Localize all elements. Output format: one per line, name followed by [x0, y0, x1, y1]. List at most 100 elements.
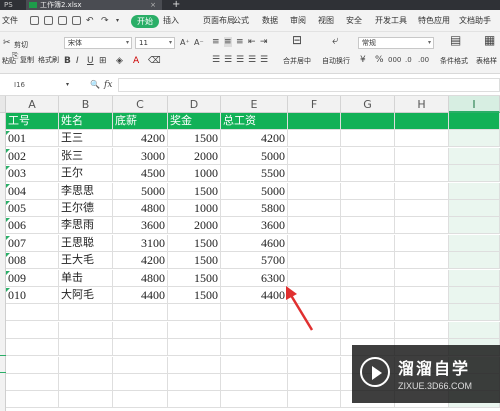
data-cell[interactable]: 5000: [221, 147, 288, 165]
empty-cell[interactable]: [6, 339, 59, 357]
data-cell[interactable]: 002: [6, 147, 59, 165]
empty-cell[interactable]: [395, 269, 449, 287]
font-name-select[interactable]: 宋体 ▾: [64, 37, 132, 49]
empty-cell[interactable]: [395, 147, 449, 165]
empty-cell[interactable]: [168, 374, 221, 391]
empty-cell[interactable]: [341, 182, 395, 200]
empty-cell[interactable]: [341, 304, 395, 322]
empty-cell[interactable]: [6, 304, 59, 322]
indent-decrease-icon[interactable]: ⇤: [248, 37, 256, 47]
data-cell[interactable]: 006: [6, 217, 59, 235]
empty-cell[interactable]: [341, 113, 395, 130]
column-header[interactable]: E: [221, 96, 288, 113]
empty-cell[interactable]: [395, 217, 449, 235]
align-center-icon[interactable]: ☰: [224, 55, 232, 65]
data-cell[interactable]: 4800: [113, 200, 168, 217]
empty-cell[interactable]: [221, 321, 288, 339]
data-cell[interactable]: 4600: [221, 234, 288, 252]
data-cell[interactable]: 王三: [59, 130, 113, 148]
data-cell[interactable]: 2000: [168, 217, 221, 235]
copy-icon[interactable]: ⎘: [12, 51, 18, 61]
data-cell[interactable]: 李思雨: [59, 217, 113, 235]
empty-cell[interactable]: [113, 304, 168, 322]
new-tab-button[interactable]: +: [172, 0, 180, 10]
header-cell[interactable]: 工号: [6, 113, 59, 130]
empty-cell[interactable]: [341, 130, 395, 148]
empty-cell[interactable]: [221, 339, 288, 357]
empty-cell[interactable]: [168, 339, 221, 357]
data-cell[interactable]: 6300: [221, 269, 288, 287]
data-cell[interactable]: 4200: [221, 130, 288, 148]
conditional-format-button[interactable]: 条件格式: [440, 56, 468, 66]
percent-icon[interactable]: %: [375, 55, 384, 65]
empty-cell[interactable]: [395, 252, 449, 270]
data-cell[interactable]: 004: [6, 182, 59, 200]
menu-tab[interactable]: 页面布局: [203, 10, 235, 32]
undo-icon[interactable]: ↶: [86, 16, 94, 26]
table-style-button[interactable]: 表格样: [476, 56, 497, 66]
italic-icon[interactable]: I: [76, 56, 79, 66]
empty-cell[interactable]: [59, 321, 113, 339]
redo-icon[interactable]: ↷: [101, 16, 109, 26]
merge-icon[interactable]: ⊟: [292, 34, 302, 46]
wrap-text-icon[interactable]: ⤶: [332, 34, 339, 46]
print-icon[interactable]: [58, 16, 67, 25]
column-header[interactable]: G: [341, 96, 395, 113]
empty-cell[interactable]: [288, 252, 341, 270]
empty-cell[interactable]: [341, 200, 395, 217]
data-cell[interactable]: 5000: [221, 182, 288, 200]
empty-cell[interactable]: [449, 321, 500, 339]
data-cell[interactable]: 1500: [168, 182, 221, 200]
empty-cell[interactable]: [6, 391, 59, 409]
column-header[interactable]: D: [168, 96, 221, 113]
data-cell[interactable]: 4800: [113, 269, 168, 287]
zoom-icon[interactable]: 🔍: [90, 80, 100, 90]
scissors-icon[interactable]: ✂: [3, 38, 11, 48]
empty-cell[interactable]: [113, 321, 168, 339]
data-cell[interactable]: 5700: [221, 252, 288, 270]
data-cell[interactable]: 1500: [168, 287, 221, 304]
header-cell[interactable]: 总工资: [221, 113, 288, 130]
empty-cell[interactable]: [288, 182, 341, 200]
data-cell[interactable]: 009: [6, 269, 59, 287]
formula-input[interactable]: [118, 78, 500, 92]
empty-cell[interactable]: [288, 200, 341, 217]
menu-tab[interactable]: 特色应用: [418, 10, 450, 32]
thousands-icon[interactable]: 000: [388, 55, 401, 65]
data-cell[interactable]: 2000: [168, 147, 221, 165]
fx-icon[interactable]: fx: [104, 80, 112, 90]
empty-cell[interactable]: [168, 391, 221, 409]
empty-cell[interactable]: [395, 321, 449, 339]
data-cell[interactable]: 5000: [113, 182, 168, 200]
empty-cell[interactable]: [395, 287, 449, 304]
empty-cell[interactable]: [168, 304, 221, 322]
empty-cell[interactable]: [449, 130, 500, 148]
export-icon[interactable]: [44, 16, 53, 25]
column-header[interactable]: I: [449, 96, 500, 113]
fill-color-icon[interactable]: ◈: [116, 56, 123, 66]
empty-cell[interactable]: [449, 113, 500, 130]
empty-cell[interactable]: [449, 304, 500, 322]
data-cell[interactable]: 4200: [113, 252, 168, 270]
empty-cell[interactable]: [288, 217, 341, 235]
file-menu[interactable]: 文件: [2, 10, 18, 32]
empty-cell[interactable]: [168, 356, 221, 374]
empty-cell[interactable]: [288, 165, 341, 183]
data-cell[interactable]: 1500: [168, 234, 221, 252]
empty-cell[interactable]: [449, 165, 500, 183]
empty-cell[interactable]: [395, 200, 449, 217]
empty-cell[interactable]: [288, 339, 341, 357]
distribute-icon[interactable]: ☰: [260, 55, 268, 65]
empty-cell[interactable]: [449, 287, 500, 304]
data-cell[interactable]: 单击: [59, 269, 113, 287]
cut-button[interactable]: 剪切: [14, 40, 28, 50]
currency-icon[interactable]: ¥: [360, 55, 366, 65]
empty-cell[interactable]: [59, 391, 113, 409]
menu-tab[interactable]: 安全: [346, 10, 362, 32]
clear-format-icon[interactable]: ⌫: [148, 56, 161, 66]
data-cell[interactable]: 4400: [113, 287, 168, 304]
align-left-icon[interactable]: ☰: [212, 55, 220, 65]
data-cell[interactable]: 008: [6, 252, 59, 270]
data-cell[interactable]: 1500: [168, 252, 221, 270]
empty-cell[interactable]: [288, 356, 341, 374]
